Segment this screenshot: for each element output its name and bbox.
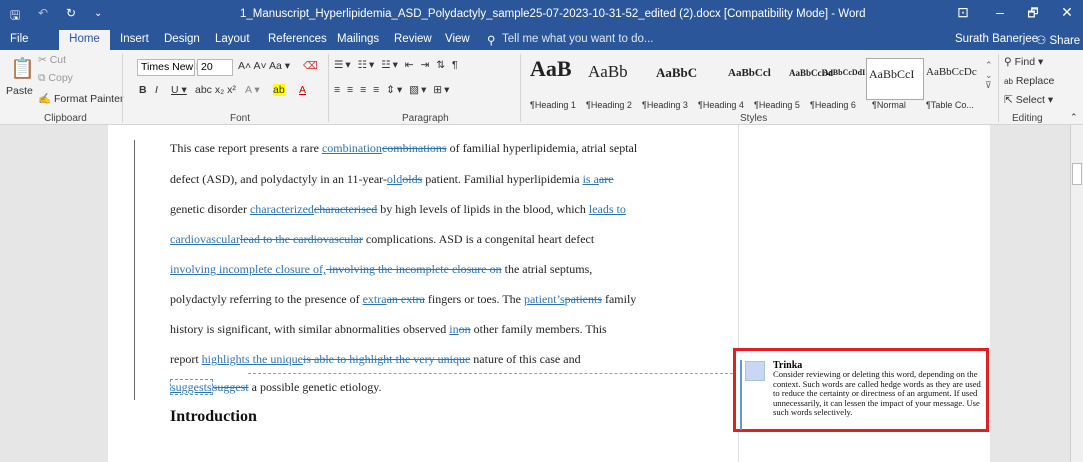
font-color-icon[interactable]: A [299,84,306,96]
doc-line[interactable]: genetic disorder characterizedcharacteri… [170,202,626,217]
cut-button[interactable]: ✂ Cut [38,54,66,66]
ribbon-display-options-icon[interactable]: ⊡ [950,4,976,26]
customize-qat-icon[interactable]: ⌄ [94,8,102,19]
tell-me-icon[interactable]: ⚲ [487,33,495,47]
ribbon-tabs: File Insert Design Layout References Mai… [0,30,1083,50]
font-size-select[interactable]: 20 [197,59,233,76]
style-label: ¶Heading 6 [810,100,856,110]
grow-font-icon[interactable]: A˄ A˅ Aa ▾ [238,60,290,72]
doc-line[interactable]: polydactyly referring to the presence of… [170,292,636,307]
comment-connector [248,373,733,374]
tab-layout[interactable]: Layout [215,33,250,45]
tab-review[interactable]: Review [394,33,432,45]
styles-scroll-icon[interactable]: ⌃ ⌄ ⊽ [985,60,993,90]
separator [998,54,999,122]
save-icon[interactable]: 🖫 [10,6,20,27]
separator [328,54,329,122]
style-label: ¶Normal [872,100,906,110]
select-button[interactable]: ⇱ Select ▾ [1004,94,1053,106]
replace-button[interactable]: ab Replace [1004,75,1054,87]
workspace-gutter [990,125,1070,462]
text-effects-icon[interactable]: A ▾ [245,84,260,96]
doc-line[interactable]: This case report presents a rare combina… [170,141,637,156]
font-group-label: Font [230,113,251,124]
tab-references[interactable]: References [268,33,327,45]
tab-view[interactable]: View [445,33,470,45]
highlight-icon[interactable]: ab [273,84,285,96]
tab-mailings[interactable]: Mailings [337,33,379,45]
italic-icon[interactable]: I [155,84,158,96]
close-button[interactable]: ✕ [1054,4,1080,26]
tab-design[interactable]: Design [164,33,200,45]
brush-icon: ✍ [38,93,54,105]
doc-line[interactable]: suggestssuggest a possible genetic etiol… [170,379,382,395]
replace-icon: ab [1004,77,1013,86]
style-normal[interactable]: AaBbCcI [866,58,924,100]
align-icons[interactable]: ≡ ≡ ≡ ≡ ⇕▾ ▧▾ ⊞▾ [334,84,451,96]
find-button[interactable]: ⚲ Find ▾ [1004,56,1043,68]
user-name[interactable]: Surath Banerjee [955,33,1038,45]
paste-button[interactable]: Paste [6,85,33,97]
clipboard-group-label: Clipboard [44,113,87,124]
style-label: ¶Heading 2 [586,100,632,110]
tab-insert[interactable]: Insert [120,33,149,45]
style-heading1[interactable]: AaB [530,56,572,98]
doc-line[interactable]: report highlights the uniqueis able to h… [170,352,581,367]
copy-icon: ⧉ [38,72,49,84]
window-title: 1_Manuscript_Hyperlipidemia_ASD_Polydact… [240,8,866,20]
collapse-ribbon-icon[interactable]: ⌃ [1070,112,1078,123]
minimize-button[interactable]: – [987,4,1013,26]
separator [122,54,123,122]
paragraph-group-label: Paragraph [402,113,449,124]
tell-me-search[interactable]: Tell me what you want to do... [502,33,654,45]
style-label: ¶Heading 5 [754,100,800,110]
paste-icon[interactable]: 📋 [10,56,35,81]
comment-bar [740,360,742,430]
doc-line[interactable]: cardiovascularlead to the cardiovascular… [170,232,594,247]
underline-icon[interactable]: U ▾ [171,84,187,96]
style-label: ¶Heading 4 [698,100,744,110]
style-label: ¶Heading 3 [642,100,688,110]
magnifier-icon: ⚲ [1004,56,1015,68]
restore-button[interactable]: 🗗 [1020,4,1046,26]
share-icon: ⚇ [1036,35,1050,47]
section-heading[interactable]: Introduction [170,408,257,426]
bold-icon[interactable]: B [139,84,147,96]
copy-button[interactable]: ⧉ Copy [38,72,73,85]
share-button[interactable]: ⚇ Share [1036,33,1080,47]
avatar [745,361,765,381]
change-bar [134,140,135,400]
strike-sub-sup-icons[interactable]: abc x₂ x² [195,84,236,96]
tab-home[interactable]: Home [59,30,110,50]
scissors-icon: ✂ [38,54,50,66]
font-name-select[interactable]: Times New Ro [137,59,209,76]
doc-line[interactable]: history is significant, with similar abn… [170,322,607,337]
cursor-icon: ⇱ [1004,94,1016,106]
comment-text: Consider reviewing or deleting this word… [773,369,981,418]
style-label: ¶Table Co... [926,100,974,110]
vertical-scrollbar[interactable] [1070,125,1083,462]
style-label: ¶Heading 1 [530,100,576,110]
scroll-thumb[interactable] [1072,163,1082,185]
clear-format-icon[interactable]: ⌫ [303,60,318,72]
doc-line[interactable]: defect (ASD), and polydactyly in an 11-y… [170,172,614,187]
title-bar: 🖫 ↶ ↻ ⌄ 1_Manuscript_Hyperlipidemia_ASD_… [0,0,1083,30]
undo-icon[interactable]: ↶ [38,6,48,20]
style-heading2[interactable]: AaBb [588,62,628,104]
editing-group-label: Editing [1012,113,1043,124]
styles-group-label: Styles [740,113,768,124]
tab-file[interactable]: File [10,33,29,45]
format-painter-button[interactable]: ✍ Format Painter [38,92,123,105]
list-icons[interactable]: ☰▾ ☷▾ ☳▾ ⇤ ⇥ ⇅ ¶ [334,59,460,71]
separator [520,54,521,122]
redo-icon[interactable]: ↻ [66,6,76,20]
doc-line[interactable]: involving incomplete closure of, involvi… [170,262,592,277]
